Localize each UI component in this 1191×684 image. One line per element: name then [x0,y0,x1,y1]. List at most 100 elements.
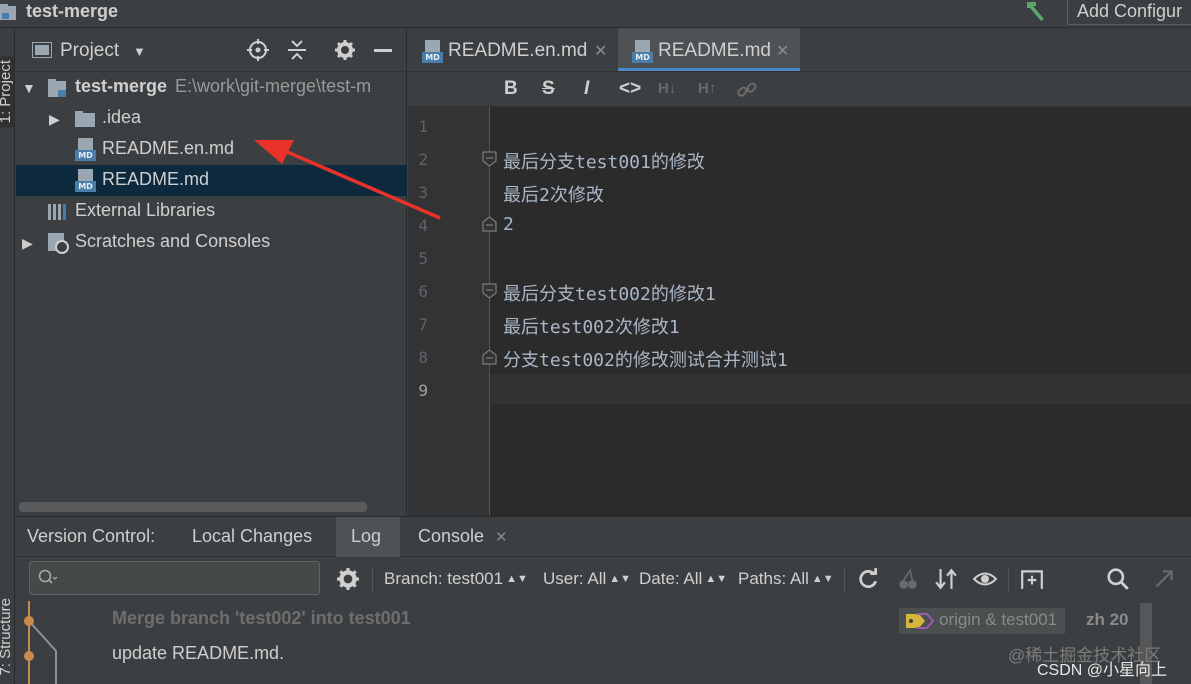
tree-item-idea[interactable]: ▶ .idea [16,103,407,134]
left-tool-strip: 1: Project 7: Structure [0,28,15,684]
project-tool-tab[interactable]: 1: Project [0,56,14,128]
folder-icon [75,111,95,127]
date-filter[interactable]: Date: All ▲▼ [639,569,727,589]
link-icon[interactable] [736,80,758,100]
paths-filter[interactable]: Paths: All ▲▼ [738,569,834,589]
editor-tabs: MD README.en.md ✕ MD README.md ✕ [408,28,1191,72]
commit-message: update README.md. [112,643,285,663]
fold-end-icon[interactable] [482,216,497,232]
commit-message: Merge branch 'test002' into test001 [112,608,411,628]
tab-readme[interactable]: MD README.md ✕ [618,28,800,71]
branch-label: origin & test001 [899,608,1066,634]
code-line: 分支test002的修改测试合并测试1 [503,350,788,371]
eye-icon[interactable] [973,567,997,591]
tree-item-label: .idea [102,107,142,127]
line-number: 6 [418,282,428,301]
fold-end-icon[interactable] [482,349,497,365]
expand-arrow-icon[interactable]: ▼ [22,80,36,96]
collapse-all-icon[interactable] [286,39,308,61]
commit-author: zh 20 [1086,610,1129,629]
project-view-selector[interactable]: Project [60,40,119,62]
code-line: 2 [503,214,514,235]
line-number: 7 [418,315,428,334]
close-icon[interactable]: ✕ [594,41,607,61]
search-icon [38,569,58,584]
go-to-hash-icon[interactable] [1152,567,1176,591]
scratches-icon [48,233,69,254]
active-tab-indicator [618,68,800,71]
locate-icon[interactable] [247,39,269,61]
version-control-title: Version Control: [27,526,156,546]
tab-log[interactable]: Log [351,526,381,547]
italic-button[interactable]: I [584,78,589,100]
markdown-file-icon: MD [75,169,97,193]
markdown-toolbar: B S I <> H↓ H↑ [408,72,1191,107]
branch-filter[interactable]: Branch: test001 ▲▼ [384,569,528,589]
toolbar-separator [844,567,845,593]
project-name: test-merge [26,1,119,21]
horizontal-scrollbar[interactable] [19,502,367,512]
code-line: 最后分支test002的修改1 [503,284,716,305]
code-button[interactable]: <> [619,78,641,100]
add-configuration-button[interactable]: Add Configur [1067,0,1191,25]
project-panel-header: Project ▼ [16,28,407,72]
line-number: 8 [418,348,428,367]
log-toolbar: Branch: test001 ▲▼ User: All ▲▼ Date: All ▲… [16,557,1191,601]
annotation-arrow [254,140,441,220]
chevron-down-icon[interactable]: ▼ [133,44,146,59]
markdown-file-icon: MD [75,138,97,162]
hide-panel-icon[interactable] [372,39,394,61]
line-number: 5 [418,249,428,268]
toolbar-separator [1008,567,1009,593]
markdown-file-icon: MD [422,40,444,64]
user-filter[interactable]: User: All ▲▼ [543,569,631,589]
version-control-tabs: Version Control: Local Changes Log Conso… [16,517,1191,557]
close-icon[interactable]: ✕ [495,528,508,546]
markdown-file-icon: MD [632,40,654,64]
log-search-input[interactable] [29,561,320,595]
module-folder-icon [48,79,66,97]
cherry-pick-icon[interactable] [896,567,920,591]
refresh-icon[interactable] [856,567,880,591]
tree-item-label: README.md [102,169,210,189]
fold-start-icon[interactable] [482,283,497,299]
close-icon[interactable]: ✕ [776,41,789,61]
watermark-csdn: CSDN @小星向上 [1037,662,1168,679]
new-tab-icon[interactable] [1020,567,1044,591]
expand-arrow-icon[interactable]: ▶ [49,111,60,128]
tree-item-label: Scratches and Consoles [75,231,271,251]
tree-item-label: test-merge E:\work\git-merge\test-m [75,76,372,96]
tab-local-changes[interactable]: Local Changes [192,526,312,547]
gear-icon[interactable] [334,39,356,61]
libraries-icon [48,204,66,220]
project-panel: Project ▼ ▼ test-merge E:\work\git-merge\… [16,28,407,516]
code-line: 最后分支test001的修改 [503,152,705,173]
header-down-button[interactable]: H↓ [658,80,676,97]
tab-console[interactable]: Console [418,526,484,547]
line-number: 9 [418,381,428,400]
tab-readme-en[interactable]: MD README.en.md ✕ [408,28,618,71]
tag-icon [906,613,935,629]
sort-arrows-icon[interactable] [934,567,958,591]
code-line: 最后2次修改 [503,185,604,206]
code-editor[interactable]: 1 2 3 4 5 6 7 8 9 最后分支test001的修改 最后2次修改 … [408,107,1191,516]
structure-tool-tab[interactable]: 7: Structure [0,598,14,676]
current-line-highlight [408,374,1191,404]
gear-icon[interactable] [336,567,360,591]
folder-icon [32,42,52,58]
tree-item-scratches[interactable]: ▶ Scratches and Consoles [16,227,407,258]
title-bar: test-merge Add Configur [0,0,1191,28]
fold-start-icon[interactable] [482,151,497,167]
build-hammer-icon[interactable] [1024,0,1050,22]
strikethrough-button[interactable]: S [542,78,555,100]
tree-item-label: README.en.md [102,138,235,158]
project-icon [0,4,16,20]
tree-item-test-merge[interactable]: ▼ test-merge E:\work\git-merge\test-m [16,72,407,103]
tree-item-label: External Libraries [75,200,216,220]
bold-button[interactable]: B [504,78,518,100]
expand-arrow-icon[interactable]: ▶ [22,235,33,252]
search-icon[interactable] [1106,567,1130,591]
code-line: 最后test002次修改1 [503,317,680,338]
header-up-button[interactable]: H↑ [698,80,716,97]
toolbar-separator [372,567,373,593]
